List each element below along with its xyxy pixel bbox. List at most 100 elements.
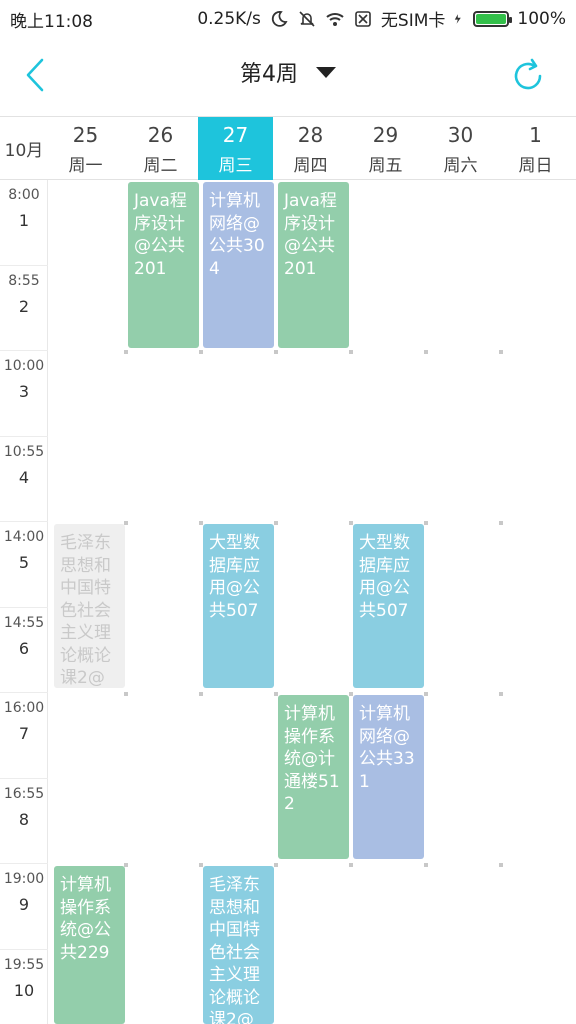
slot-time: 19:55 bbox=[3, 956, 45, 973]
course-block[interactable]: 计算机操作系统@计通楼512 bbox=[278, 695, 349, 859]
charging-icon bbox=[455, 13, 462, 24]
wifi-icon bbox=[326, 12, 344, 26]
time-slot: 19:55 10 bbox=[0, 950, 48, 1024]
course-block[interactable]: Java程序设计@公共201 bbox=[278, 182, 349, 348]
grid-marker bbox=[424, 521, 428, 525]
slot-time: 16:55 bbox=[3, 785, 45, 802]
grid-marker bbox=[199, 350, 203, 354]
grid-marker bbox=[124, 521, 128, 525]
day-date: 25 bbox=[72, 123, 99, 147]
time-slot: 16:00 7 bbox=[0, 693, 48, 779]
battery-level: 100% bbox=[517, 8, 566, 29]
battery-icon bbox=[473, 10, 513, 27]
grid-marker bbox=[199, 521, 203, 525]
day-header-sat: 30 周六 bbox=[423, 117, 498, 180]
schedule-grid: Java程序设计@公共201 计算机网络@公共304 Java程序设计@公共20… bbox=[48, 180, 576, 1024]
slot-time: 10:55 bbox=[3, 443, 45, 460]
slot-time: 8:00 bbox=[8, 187, 40, 203]
day-weekday: 周四 bbox=[293, 156, 328, 176]
grid-marker bbox=[499, 863, 503, 867]
grid-marker bbox=[274, 692, 278, 696]
day-weekday: 周五 bbox=[368, 156, 403, 176]
time-slot: 10:55 4 bbox=[0, 437, 48, 522]
grid-marker bbox=[499, 692, 503, 696]
course-block[interactable]: 毛泽东思想和中国特色社会主义理论概论课2@ bbox=[203, 866, 274, 1024]
week-selector[interactable]: 第4周 bbox=[0, 56, 576, 88]
grid-marker bbox=[274, 521, 278, 525]
status-time: 晚上11:08 bbox=[10, 12, 93, 32]
sim-status: 无SIM卡 bbox=[380, 11, 446, 31]
time-slot: 14:55 6 bbox=[0, 608, 48, 693]
day-header-wed-today: 27 周三 bbox=[198, 117, 273, 180]
day-date: 26 bbox=[147, 123, 174, 147]
slot-time: 10:00 bbox=[3, 358, 45, 374]
course-block[interactable]: 大型数据库应用@公共507 bbox=[353, 524, 424, 688]
dropdown-caret-icon bbox=[316, 66, 336, 78]
day-header-tue: 26 周二 bbox=[123, 117, 198, 180]
time-slot: 8:55 2 bbox=[0, 266, 48, 351]
day-weekday: 周二 bbox=[143, 156, 178, 176]
day-weekday: 周一 bbox=[68, 156, 103, 176]
grid-marker bbox=[124, 350, 128, 354]
course-block-inactive[interactable]: 毛泽东思想和中国特色社会主义理论概论课2@ bbox=[54, 524, 125, 688]
grid-marker bbox=[274, 863, 278, 867]
grid-marker bbox=[499, 350, 503, 354]
day-weekday: 周六 bbox=[443, 156, 478, 176]
month-label: 10月 bbox=[4, 141, 44, 161]
grid-marker bbox=[199, 692, 203, 696]
course-block[interactable]: 计算机操作系统@公共229 bbox=[54, 866, 125, 1024]
grid-marker bbox=[424, 863, 428, 867]
time-slot: 8:00 1 bbox=[0, 180, 48, 266]
day-date: 28 bbox=[297, 123, 324, 147]
time-slot: 14:00 5 bbox=[0, 522, 48, 608]
slot-number: 7 bbox=[18, 724, 30, 743]
grid-marker bbox=[499, 521, 503, 525]
day-header-sun: 1 周日 bbox=[498, 117, 573, 180]
grid-marker bbox=[349, 350, 353, 354]
slot-number: 6 bbox=[18, 638, 30, 658]
day-date: 30 bbox=[447, 123, 474, 147]
day-weekday: 周日 bbox=[518, 156, 553, 176]
course-block[interactable]: 计算机网络@公共304 bbox=[203, 182, 274, 348]
day-date: 27 bbox=[222, 123, 249, 147]
status-bar: 晚上11:08 0.25K/s 无SIM卡 100% bbox=[0, 0, 576, 34]
day-header-mon: 25 周一 bbox=[48, 117, 123, 180]
day-header-thu: 28 周四 bbox=[273, 117, 348, 180]
grid-marker bbox=[274, 350, 278, 354]
grid-marker bbox=[124, 863, 128, 867]
day-header: 10月 25 周一 26 周二 27 周三 28 周四 29 周五 30 周六 1 周日 bbox=[0, 116, 576, 180]
course-block[interactable]: Java程序设计@公共201 bbox=[128, 182, 199, 348]
time-slot: 16:55 8 bbox=[0, 779, 48, 864]
moon-icon bbox=[271, 10, 288, 27]
day-weekday: 周三 bbox=[218, 156, 253, 176]
time-slot: 19:00 9 bbox=[0, 864, 48, 950]
grid-marker bbox=[199, 863, 203, 867]
grid-marker bbox=[124, 692, 128, 696]
mute-icon bbox=[299, 10, 315, 27]
slot-number: 5 bbox=[18, 553, 30, 572]
slot-number: 1 bbox=[18, 211, 30, 230]
course-block[interactable]: 计算机网络@公共331 bbox=[353, 695, 424, 859]
day-date: 1 bbox=[529, 123, 542, 147]
sim-icon bbox=[355, 10, 371, 27]
slot-time: 14:55 bbox=[3, 614, 45, 631]
slot-number: 10 bbox=[13, 980, 35, 1000]
grid-marker bbox=[424, 350, 428, 354]
toolbar: 第4周 bbox=[0, 34, 576, 116]
time-column: 8:00 1 8:55 2 10:00 3 10:55 4 14:00 5 14:55 6 … bbox=[0, 180, 48, 1024]
grid-marker bbox=[349, 692, 353, 696]
slot-number: 8 bbox=[18, 809, 30, 829]
course-block[interactable]: 大型数据库应用@公共507 bbox=[203, 524, 274, 688]
slot-time: 19:00 bbox=[3, 871, 45, 887]
day-date: 29 bbox=[372, 123, 399, 147]
network-speed: 0.25K/s bbox=[197, 8, 261, 29]
time-slot: 10:00 3 bbox=[0, 351, 48, 437]
grid-marker bbox=[349, 521, 353, 525]
slot-number: 4 bbox=[18, 467, 30, 487]
day-header-fri: 29 周五 bbox=[348, 117, 423, 180]
week-title: 第4周 bbox=[240, 62, 298, 87]
slot-time: 8:55 bbox=[8, 272, 40, 289]
slot-number: 2 bbox=[18, 296, 30, 316]
status-icons: 0.25K/s 无SIM卡 100% bbox=[197, 6, 566, 32]
refresh-icon[interactable] bbox=[510, 58, 546, 94]
